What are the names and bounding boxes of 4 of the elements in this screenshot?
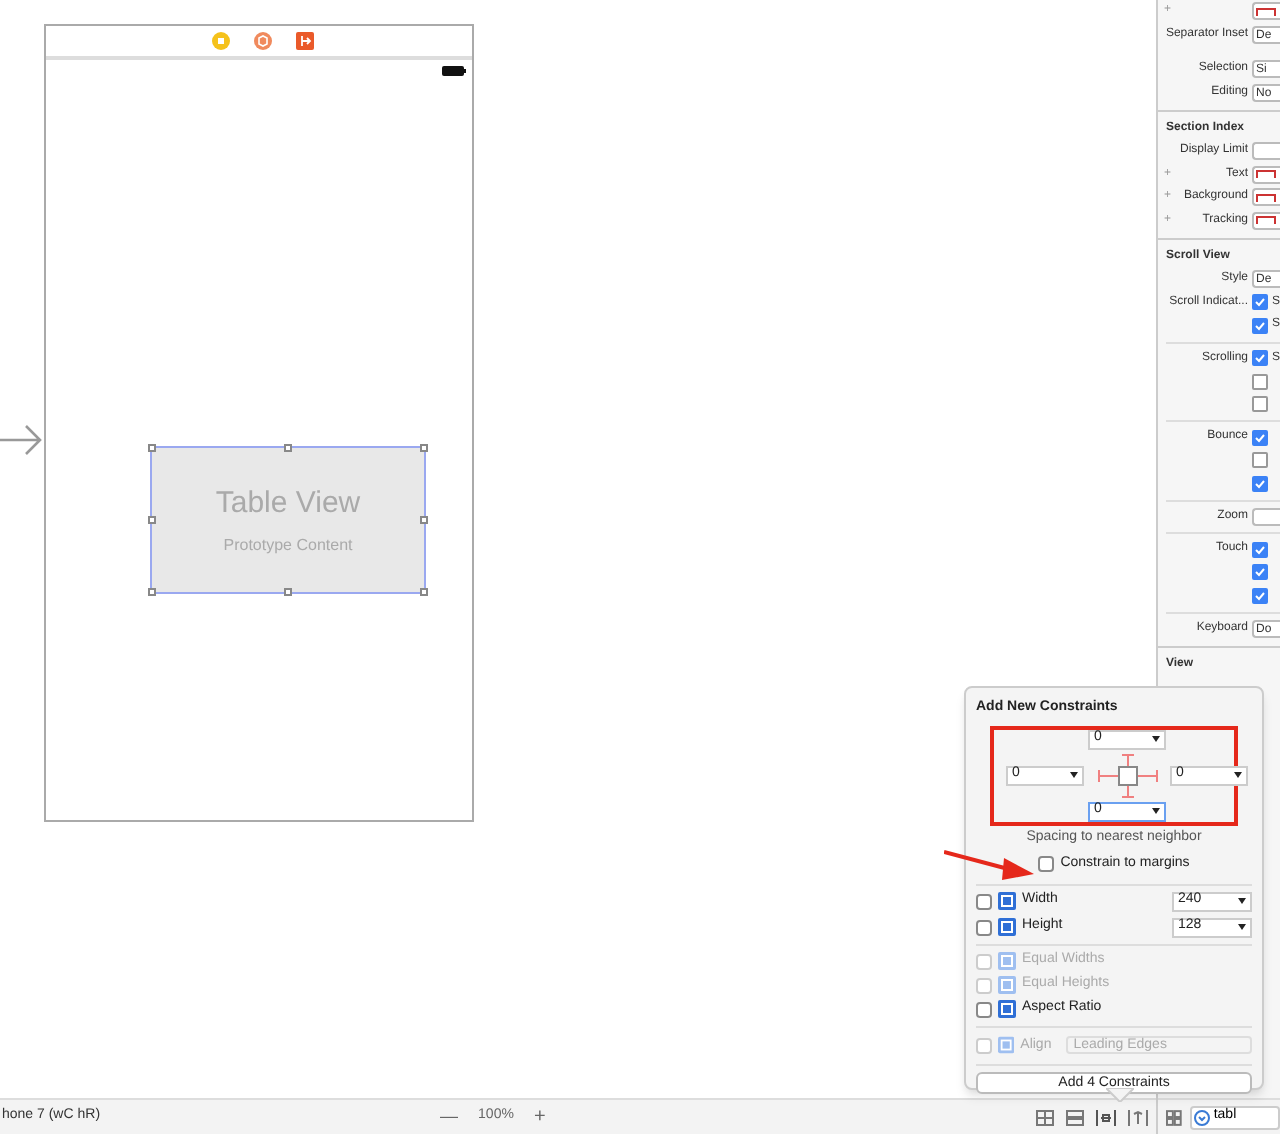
zoom-out-button[interactable]: — bbox=[440, 1103, 459, 1131]
table-view-title: Table View bbox=[215, 484, 361, 525]
zoom-in-button[interactable]: + bbox=[533, 1102, 546, 1132]
table-view-subtitle: Prototype Content bbox=[223, 533, 353, 558]
